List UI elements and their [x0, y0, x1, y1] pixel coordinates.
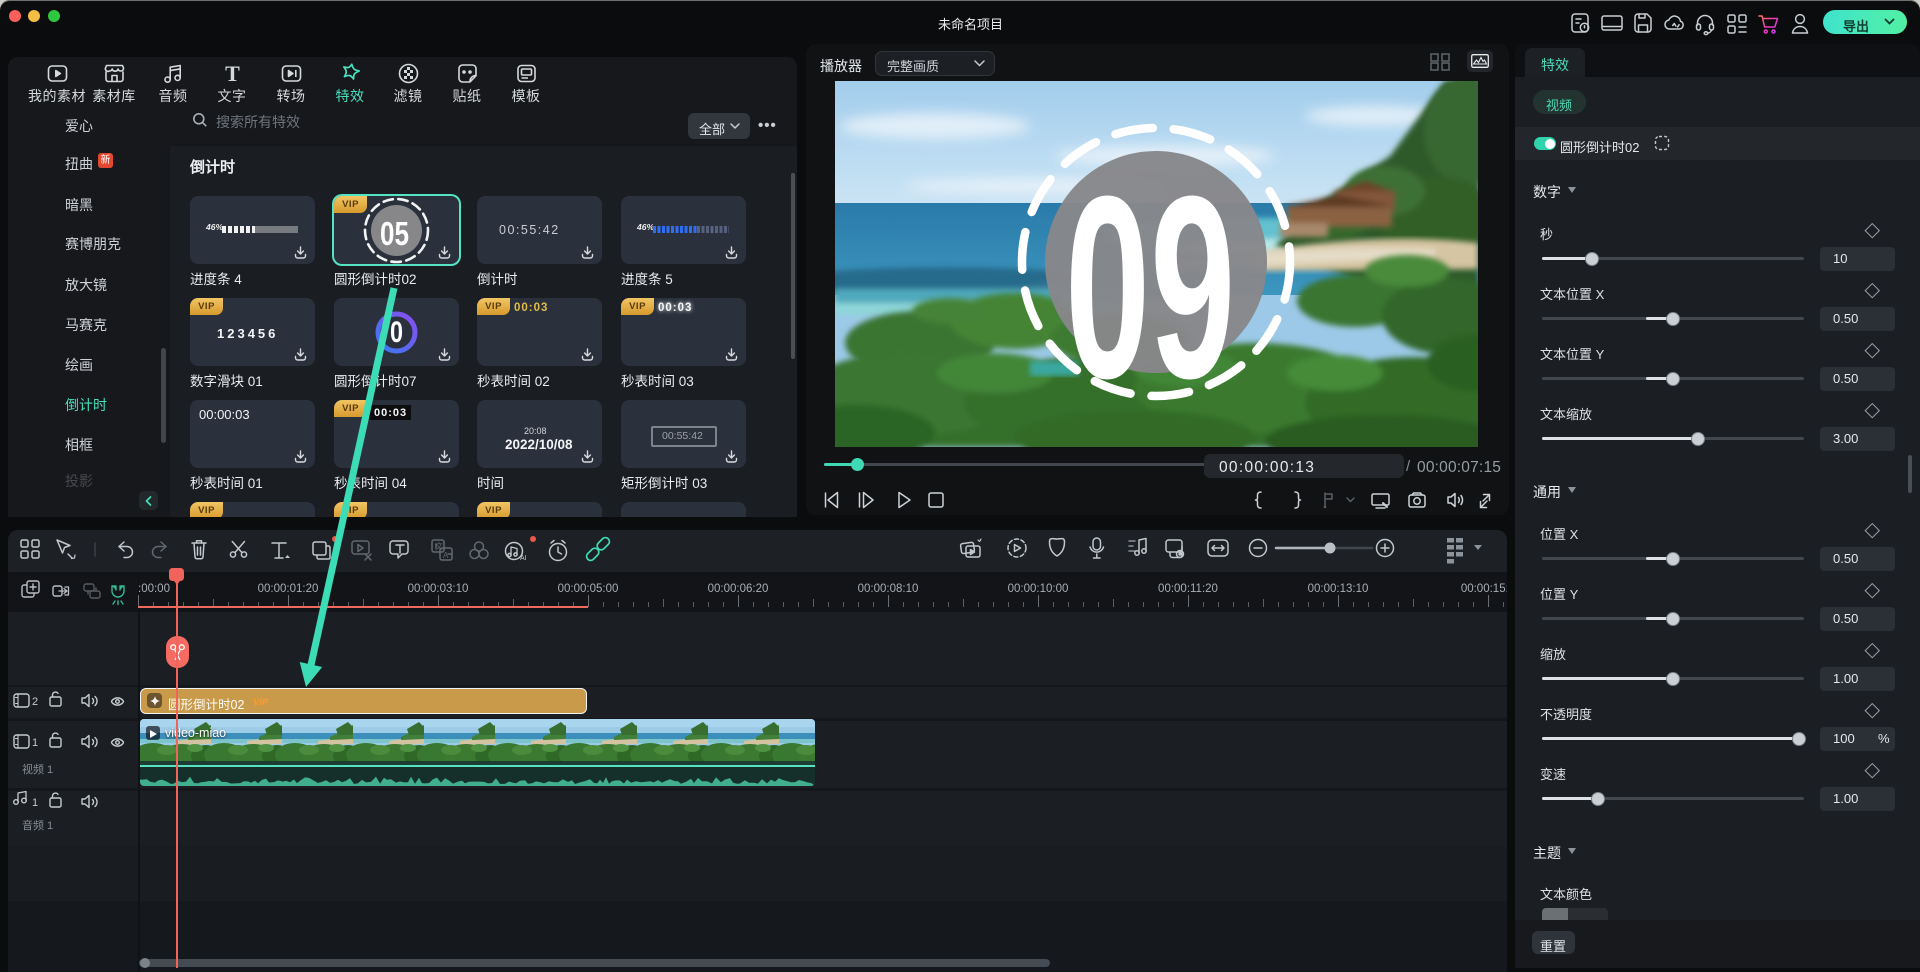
svg-text:A: A — [443, 551, 449, 560]
svg-text:AI: AI — [520, 555, 527, 562]
svg-text:文: 文 — [435, 541, 443, 551]
svg-text:2: 2 — [32, 696, 38, 708]
svg-text:1: 1 — [32, 797, 38, 809]
svg-text:1: 1 — [32, 737, 38, 749]
svg-text:T: T — [225, 62, 240, 85]
